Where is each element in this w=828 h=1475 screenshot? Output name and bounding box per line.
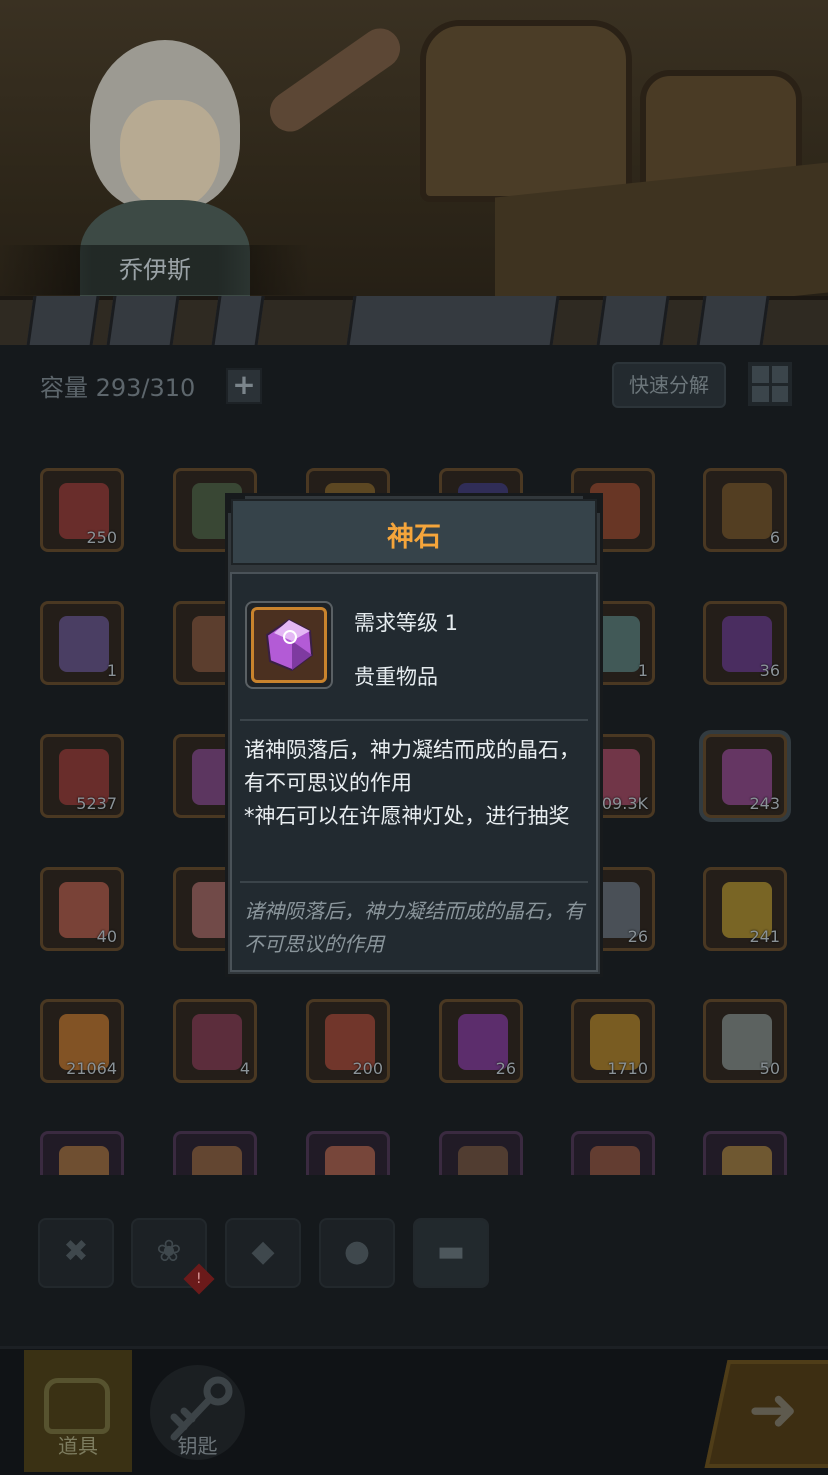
inventory-slot[interactable] xyxy=(40,1131,124,1202)
inventory-slot[interactable] xyxy=(173,1131,257,1202)
inventory-slot[interactable]: 250 xyxy=(40,468,124,552)
item-icon xyxy=(722,483,772,539)
arrow-right-icon: ➜ xyxy=(748,1375,799,1445)
item-count: 1710 xyxy=(607,1059,648,1078)
shelf-tooth xyxy=(596,296,670,346)
tab-items-label: 道具 xyxy=(58,1434,98,1458)
item-count: 1 xyxy=(637,661,648,680)
item-count: 4 xyxy=(239,1059,250,1078)
shelf-tooth xyxy=(26,296,100,346)
quick-decompose-button[interactable]: 快速分解 xyxy=(612,362,726,408)
inventory-slot[interactable] xyxy=(439,1131,523,1202)
divine-stone-icon xyxy=(265,618,314,672)
item-count: 21064 xyxy=(66,1059,117,1078)
item-count: 200 xyxy=(352,1059,383,1078)
item-count: 09.3K xyxy=(601,794,648,813)
shelf-tooth xyxy=(346,296,560,346)
material-icon[interactable]: ● xyxy=(319,1218,395,1288)
divider xyxy=(240,719,588,721)
merchant-arm-decoration xyxy=(262,20,408,140)
item-count: 250 xyxy=(86,528,117,547)
bag-icon xyxy=(44,1378,110,1434)
inventory-slot[interactable]: 1 xyxy=(40,601,124,685)
inventory-slot[interactable]: 241 xyxy=(703,867,787,951)
item-count: 50 xyxy=(759,1059,780,1078)
tools-icon[interactable]: ✖ xyxy=(38,1218,114,1288)
inventory-slot[interactable]: 40 xyxy=(40,867,124,951)
divider xyxy=(240,881,588,883)
expand-capacity-button[interactable]: + xyxy=(226,368,262,404)
tab-keys-label: 钥匙 xyxy=(177,1434,218,1458)
item-count: 26 xyxy=(627,927,648,946)
item-count: 5237 xyxy=(76,794,117,813)
item-count: 6 xyxy=(769,528,780,547)
item-count: 243 xyxy=(749,794,780,813)
inventory-slot[interactable] xyxy=(703,1131,787,1202)
corner-ornament xyxy=(583,496,600,513)
item-description: 诸神陨落后，神力凝结而成的晶石，有不可思议的作用 *神石可以在许愿神灯处，进行抽… xyxy=(244,738,580,828)
item-icon xyxy=(59,616,109,672)
inventory-slot[interactable]: 200 xyxy=(306,999,390,1083)
inventory-slot[interactable]: 243 xyxy=(703,734,787,818)
inventory-slot[interactable] xyxy=(571,1131,655,1202)
item-icon xyxy=(192,1014,242,1070)
shelf-tooth xyxy=(106,296,180,346)
item-rarity: 贵重物品 xyxy=(354,665,438,689)
item-count: 36 xyxy=(759,661,780,680)
grid-view-icon[interactable] xyxy=(748,362,792,406)
inventory-slot[interactable]: 26 xyxy=(439,999,523,1083)
item-count: 241 xyxy=(749,927,780,946)
chest-icon[interactable]: ▬ xyxy=(413,1218,489,1288)
inventory-slot[interactable]: 36 xyxy=(703,601,787,685)
required-level: 需求等级 1 xyxy=(354,611,459,635)
shelf-tooth xyxy=(696,296,770,346)
inventory-slot[interactable]: 1710 xyxy=(571,999,655,1083)
diamond-icon[interactable]: ◆ xyxy=(225,1218,301,1288)
popup-title: 神石 xyxy=(387,522,441,553)
inventory-slot[interactable]: 5237 xyxy=(40,734,124,818)
hero-name: 乔伊斯 xyxy=(0,245,310,295)
inventory-slot[interactable]: 4 xyxy=(173,999,257,1083)
inventory-slot[interactable]: 6 xyxy=(703,468,787,552)
item-count: 26 xyxy=(495,1059,516,1078)
inventory-slot[interactable] xyxy=(306,1131,390,1202)
inventory-slot[interactable]: 21064 xyxy=(40,999,124,1083)
item-count: 1 xyxy=(106,661,117,680)
item-count: 40 xyxy=(96,927,117,946)
inventory-slot[interactable]: 50 xyxy=(703,999,787,1083)
shelf-tooth xyxy=(211,296,265,346)
item-flavor-text: 诸神陨落后，神力凝结而成的晶石，有不可思议的作用 xyxy=(244,899,584,956)
capacity-label: 容量 293/310 xyxy=(40,374,196,402)
corner-ornament xyxy=(228,496,245,513)
treasure-chest-decoration xyxy=(420,20,632,202)
